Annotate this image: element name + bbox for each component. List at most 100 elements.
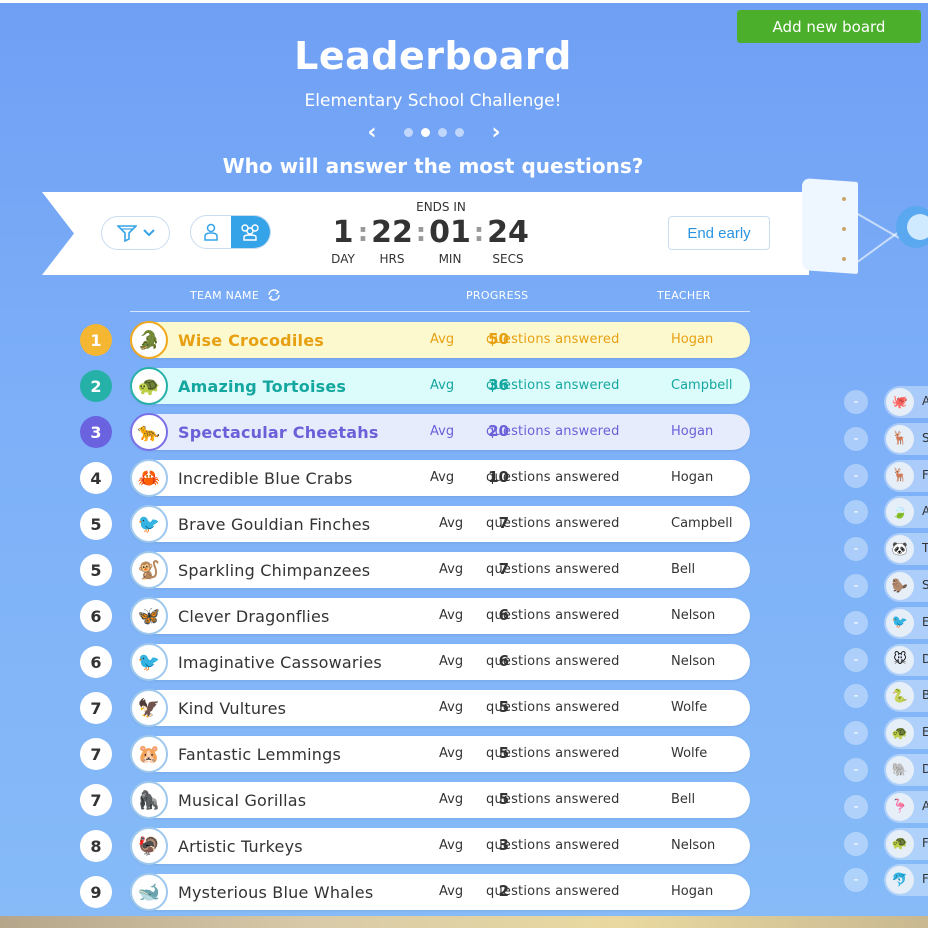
chevron-left-icon[interactable]: ‹: [364, 120, 380, 145]
collapsed-team-item[interactable]: - 🐭 D: [844, 643, 928, 676]
collapsed-team-item[interactable]: - 🐬 F: [844, 864, 928, 897]
team-avatar-icon: 🐆: [130, 413, 168, 451]
team-avatar-icon: 🦩: [886, 792, 914, 821]
team-avatar-icon: 🦌: [886, 424, 914, 453]
avg-label: Avg: [430, 332, 455, 347]
team-avatar-icon: 🦀: [130, 459, 168, 497]
chevron-down-icon: [142, 229, 155, 237]
table-row[interactable]: 5 🐦 Brave Gouldian Finches Avg 7 questions an…: [80, 505, 752, 543]
team-row-pill[interactable]: 🐆 Spectacular Cheetahs Avg 20 questions answ…: [130, 413, 750, 451]
team-avatar-icon: 🦃: [130, 827, 168, 865]
remove-team-button[interactable]: -: [844, 500, 868, 525]
person-icon: [204, 223, 218, 241]
timer-separator: :: [357, 218, 369, 248]
table-row[interactable]: 4 🦀 Incredible Blue Crabs Avg 10 questions an…: [80, 459, 752, 497]
filter-dropdown-button[interactable]: [101, 216, 170, 250]
table-row[interactable]: 7 🦅 Kind Vultures Avg 5 questions answered Wol…: [80, 689, 752, 727]
remove-team-button[interactable]: -: [844, 574, 868, 598]
pager-dot[interactable]: [438, 127, 447, 137]
collapsed-team-item[interactable]: - 🍃 A: [844, 496, 928, 529]
progress-suffix: questions answered: [486, 378, 620, 393]
table-row[interactable]: 3 🐆 Spectacular Cheetahs Avg 20 questions ans…: [80, 413, 752, 451]
collapsed-team-item[interactable]: - 🐦 E: [844, 606, 928, 639]
table-row[interactable]: 6 🦋 Clever Dragonflies Avg 6 questions answer…: [80, 597, 752, 635]
team-name-header-label: TEAM NAME: [190, 289, 260, 302]
remove-team-button[interactable]: -: [844, 426, 868, 451]
team-row-pill[interactable]: 🦋 Clever Dragonflies Avg 6 questions answere…: [130, 597, 750, 635]
collapsed-team-item[interactable]: - 🦫 S: [844, 570, 928, 602]
remove-team-button[interactable]: -: [844, 463, 868, 488]
team-avatar-icon: 🐋: [130, 873, 168, 911]
remove-team-button[interactable]: -: [844, 758, 868, 782]
collapsed-team-item[interactable]: - 🦌 S: [844, 422, 928, 455]
team-name-column-header[interactable]: TEAM NAME: [190, 289, 281, 302]
team-row-pill[interactable]: 🐋 Mysterious Blue Whales Avg 2 questions ans…: [130, 873, 750, 911]
table-row[interactable]: 5 🐒 Sparkling Chimpanzees Avg 7 questions ans…: [80, 551, 752, 589]
team-row-pill[interactable]: 🦀 Incredible Blue Crabs Avg 10 questions ans…: [130, 459, 750, 497]
remove-team-button[interactable]: -: [844, 721, 868, 746]
collapsed-team-item[interactable]: - 🐢 F: [844, 827, 928, 860]
team-row-pill[interactable]: 🐢 Amazing Tortoises Avg 36 questions answere…: [130, 367, 750, 405]
table-row[interactable]: 7 🦍 Musical Gorillas Avg 5 questions answered…: [80, 781, 752, 819]
team-name-truncated: F: [922, 872, 928, 887]
teacher-name: Hogan: [671, 424, 714, 439]
team-avatar-icon: 🐦: [886, 608, 914, 637]
view-toggle: [190, 215, 271, 249]
table-row[interactable]: 6 🐦 Imaginative Cassowaries Avg 6 questions a…: [80, 643, 752, 681]
table-row[interactable]: 7 🐹 Fantastic Lemmings Avg 5 questions answer…: [80, 735, 752, 773]
collapsed-team-item[interactable]: - 🐙 A: [844, 386, 928, 418]
remove-team-button[interactable]: -: [844, 537, 868, 562]
collapsed-team-item[interactable]: - 🦩 A: [844, 790, 928, 823]
board-pager: ‹ ›: [364, 120, 504, 145]
table-row[interactable]: 9 🐋 Mysterious Blue Whales Avg 2 questions an…: [80, 873, 752, 911]
timer-days-label: DAY: [331, 252, 355, 266]
remove-team-button[interactable]: -: [844, 684, 868, 709]
pager-dot[interactable]: [404, 127, 413, 137]
timer-separator: :: [473, 218, 485, 248]
team-avatar-icon: 🦋: [130, 597, 168, 635]
collapsed-team-item[interactable]: - 🐼 T: [844, 533, 928, 566]
team-row-pill[interactable]: 🐒 Sparkling Chimpanzees Avg 7 questions answ…: [130, 551, 750, 589]
rank-badge: 5: [80, 508, 112, 540]
remove-team-button[interactable]: -: [844, 390, 868, 414]
timer-seconds-label: SECS: [492, 252, 524, 266]
remove-team-button[interactable]: -: [844, 868, 868, 893]
end-early-button[interactable]: End early: [668, 216, 770, 250]
team-row-pill[interactable]: 🐦 Brave Gouldian Finches Avg 7 questions ans…: [130, 505, 750, 543]
teacher-name: Bell: [671, 562, 696, 577]
team-row-pill[interactable]: 🐹 Fantastic Lemmings Avg 5 questions answere…: [130, 735, 750, 773]
team-name: Musical Gorillas: [178, 791, 307, 810]
table-row[interactable]: 1 🐊 Wise Crocodiles Avg 50 questions answered…: [80, 321, 752, 359]
table-row[interactable]: 8 🦃 Artistic Turkeys Avg 3 questions answered…: [80, 827, 752, 865]
team-row-pill[interactable]: 🦍 Musical Gorillas Avg 5 questions answered B…: [130, 781, 750, 819]
refresh-icon[interactable]: [267, 289, 281, 301]
team-name-truncated: B: [922, 688, 928, 703]
pager-dot[interactable]: [455, 127, 464, 137]
team-row-pill[interactable]: 🦅 Kind Vultures Avg 5 questions answered Wolf…: [130, 689, 750, 727]
timer-seconds: 24: [487, 215, 529, 250]
team-avatar-icon: 🐭: [886, 645, 914, 674]
remove-team-button[interactable]: -: [844, 647, 868, 672]
remove-team-button[interactable]: -: [844, 831, 868, 856]
team-name: Imaginative Cassowaries: [178, 653, 382, 672]
progress-suffix: questions answered: [486, 838, 620, 853]
plane-icon: [896, 206, 928, 248]
pager-dot-active[interactable]: [421, 127, 430, 137]
team-name-truncated: D: [922, 651, 928, 666]
team-avatar-icon: 🐢: [886, 829, 914, 858]
collapsed-team-item[interactable]: - 🐘 D: [844, 754, 928, 786]
progress-suffix: questions answered: [486, 424, 620, 439]
remove-team-button[interactable]: -: [844, 610, 868, 635]
collapsed-team-item[interactable]: - 🐢 E: [844, 717, 928, 750]
collapsed-team-item[interactable]: - 🐍 B: [844, 680, 928, 713]
table-row[interactable]: 2 🐢 Amazing Tortoises Avg 36 questions answer…: [80, 367, 752, 405]
individual-view-toggle[interactable]: [191, 216, 231, 248]
team-row-pill[interactable]: 🦃 Artistic Turkeys Avg 3 questions answered N…: [130, 827, 750, 865]
progress-suffix: questions answered: [486, 746, 620, 761]
remove-team-button[interactable]: -: [844, 794, 868, 819]
team-view-toggle[interactable]: [230, 216, 270, 248]
team-row-pill[interactable]: 🐦 Imaginative Cassowaries Avg 6 questions an…: [130, 643, 750, 681]
chevron-right-icon[interactable]: ›: [488, 120, 504, 145]
team-row-pill[interactable]: 🐊 Wise Crocodiles Avg 50 questions answered H…: [130, 321, 750, 359]
collapsed-team-item[interactable]: - 🦌 F: [844, 459, 928, 492]
